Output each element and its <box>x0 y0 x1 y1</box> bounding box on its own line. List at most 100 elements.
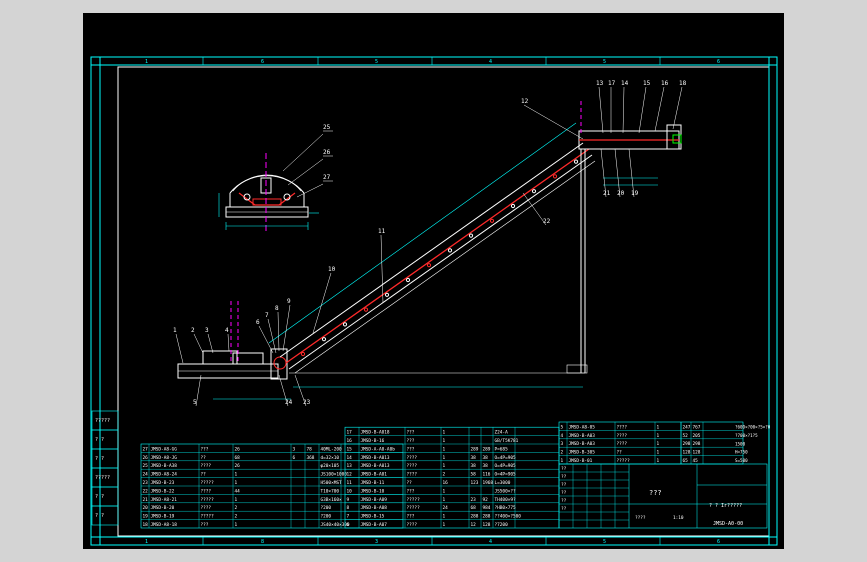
bom-right-cell: 128 <box>693 450 701 456</box>
bom-left-cell: 26 <box>143 455 149 461</box>
bom-right-cell: 298 <box>693 441 701 447</box>
bom-left-cell: 1 <box>235 497 238 503</box>
bom-mid-cell: 38 <box>471 463 477 469</box>
bom-mid-cell: 7 <box>347 514 350 520</box>
bom-mid-cell: ????? <box>407 497 421 503</box>
bom-mid-cell: 1 <box>443 488 446 494</box>
bom-mid-cell: 8 <box>347 505 350 511</box>
bom-right-cell: 1 <box>657 450 660 456</box>
bom-right-cell: ???? <box>617 424 628 430</box>
bom-left-cell: JMSD-B-A38 <box>151 463 178 469</box>
bom-left-cell: 26 <box>235 463 241 469</box>
callout-22: 22 <box>543 218 551 225</box>
bom-left-cell: ???? <box>201 505 212 511</box>
bom-mid-cell: 1 <box>443 514 446 520</box>
bom-mid-cell: JMSD-B-10 <box>361 488 385 494</box>
bom-right-cell: 5 <box>561 424 564 430</box>
bom-mid-cell: ??? <box>407 438 415 444</box>
bom-left-cell: JMSD-B-19 <box>151 514 175 520</box>
bom-mid-cell: JMSD-B-16 <box>361 438 385 444</box>
callout-15: 15 <box>643 80 651 87</box>
signature-label: ?? <box>561 482 567 488</box>
bom-left-cell: 24 <box>143 472 149 478</box>
bom-mid-cell: Z24-A <box>495 430 509 436</box>
bom-right-spec: S=500 <box>735 458 748 463</box>
bom-right-spec: ?700×?1?5 <box>735 433 758 438</box>
bom-mid-cell: 1 <box>443 438 446 444</box>
idler-roller <box>573 159 579 164</box>
zone-label-bottom: 4 <box>489 539 492 545</box>
bom-mid-cell: ????? <box>407 505 421 511</box>
bom-mid-cell: O=4P=905 <box>495 472 517 478</box>
bom-mid-cell: 68 <box>471 505 477 511</box>
bom-mid-cell: ?HB0×775 <box>495 505 517 511</box>
bom-left-cell: 22 <box>143 488 149 494</box>
drawing-number: JMSD-A0-00 <box>713 521 743 527</box>
bom-left-cell: JMSD-A8-18 <box>151 522 178 528</box>
callout-7: 7 <box>265 312 269 319</box>
bom-mid-cell: 23 <box>471 497 477 503</box>
bom-right-cell: 1 <box>657 424 660 430</box>
bom-right-cell: 205 <box>693 433 701 439</box>
conveyor-elevation-view <box>177 101 682 400</box>
bom-left-cell: JMSD-B-22 <box>151 488 175 494</box>
bom-left-cell: 27 <box>143 446 149 452</box>
bom-left-cell: 1 <box>235 480 238 486</box>
bom-mid-cell: ??? <box>407 488 415 494</box>
idler-roller <box>426 263 432 268</box>
bom-left-cell: ???? <box>201 488 212 494</box>
bom-left-cell: ??? <box>201 522 209 528</box>
bom-left-cell: JMSD-B-23 <box>151 480 175 486</box>
bom-right-cell: 128 <box>683 450 691 456</box>
zone-label-top: 5 <box>603 59 606 65</box>
bom-mid-cell: ???? <box>407 463 418 469</box>
bom-left-cell: 40ML-200 <box>321 446 343 452</box>
stamp-cell: ? ? <box>95 494 104 500</box>
bom-left-cell: ??? <box>201 446 209 452</box>
signature-label: ?? <box>561 490 567 496</box>
bom-mid-cell: 14 <box>347 455 353 461</box>
bom-left-cell: T10×700 <box>321 488 340 494</box>
callout-11: 11 <box>378 228 386 235</box>
bom-left-cell: ?200 <box>321 514 332 520</box>
bom-left-cell: 6 <box>293 455 296 461</box>
stamp-cell: ????? <box>95 418 110 424</box>
bill-of-materials: 27 JMSD-A8-GG??? 26 3 78 40ML-20026 JMSD-A8-JG… <box>140 421 771 529</box>
bom-mid-cell: 16 <box>443 480 449 486</box>
bom-right-spec: H=750 <box>735 450 748 455</box>
bom-right-cell: 767 <box>693 424 701 430</box>
bom-right-cell: ???? <box>617 441 628 447</box>
bom-mid-cell: ???? <box>407 455 418 461</box>
bom-left-cell: 1 <box>235 472 238 478</box>
bom-mid-cell: JMSD-B-A01 <box>361 472 388 478</box>
bom-right-cell: JMSD-A8-05 <box>569 424 596 430</box>
bom-right-cell: 4 <box>561 433 564 439</box>
bom-right-cell: 2 <box>561 450 564 456</box>
bom-right-cell: 1 <box>657 458 660 464</box>
bom-mid-cell: 12 <box>471 522 477 528</box>
bom-left-cell: 20 <box>143 505 149 511</box>
cross-section-labels: 25 26 27 <box>323 124 333 182</box>
callout-14: 14 <box>621 80 629 87</box>
stamp-cell: ????? <box>95 475 110 481</box>
callout-1: 1 <box>173 327 177 334</box>
bom-mid-cell: 92 <box>483 497 489 503</box>
callout-19: 19 <box>631 190 639 197</box>
drawing-frame <box>90 56 778 546</box>
bom-mid-cell: 288 <box>471 514 479 520</box>
zone-label-bottom: 5 <box>603 539 606 545</box>
bom-mid-cell: JMSD-B-A09 <box>361 497 388 503</box>
bom-mid-cell: 289 <box>471 446 479 452</box>
cad-drawing[interactable]: 165456 183456 252627 1 2 3 4567891011121… <box>83 13 784 549</box>
bom-mid-cell: 1 <box>443 430 446 436</box>
part-callouts: 1 2 3 45678910111213 17 14 15 16 1821 20 192224 23 <box>173 80 687 407</box>
bom-right-cell: 52 <box>683 433 689 439</box>
bom-mid-cell: 1 <box>443 446 446 452</box>
cad-viewport[interactable]: 165456 183456 25 26 27 1 2 3 4 5 6 7 8 9… <box>83 13 784 549</box>
bom-mid-cell: ??400×?500 <box>495 514 522 520</box>
revision-stamp-table: ????? ? ? ? ?????? ? ? ? ? <box>91 410 119 526</box>
zone-label-bottom: 8 <box>261 539 264 545</box>
bom-left-cell: JMSD-A8-JG <box>151 455 178 461</box>
bom-left-cell: 68 <box>235 455 241 461</box>
bom-mid-cell: 1 <box>443 463 446 469</box>
